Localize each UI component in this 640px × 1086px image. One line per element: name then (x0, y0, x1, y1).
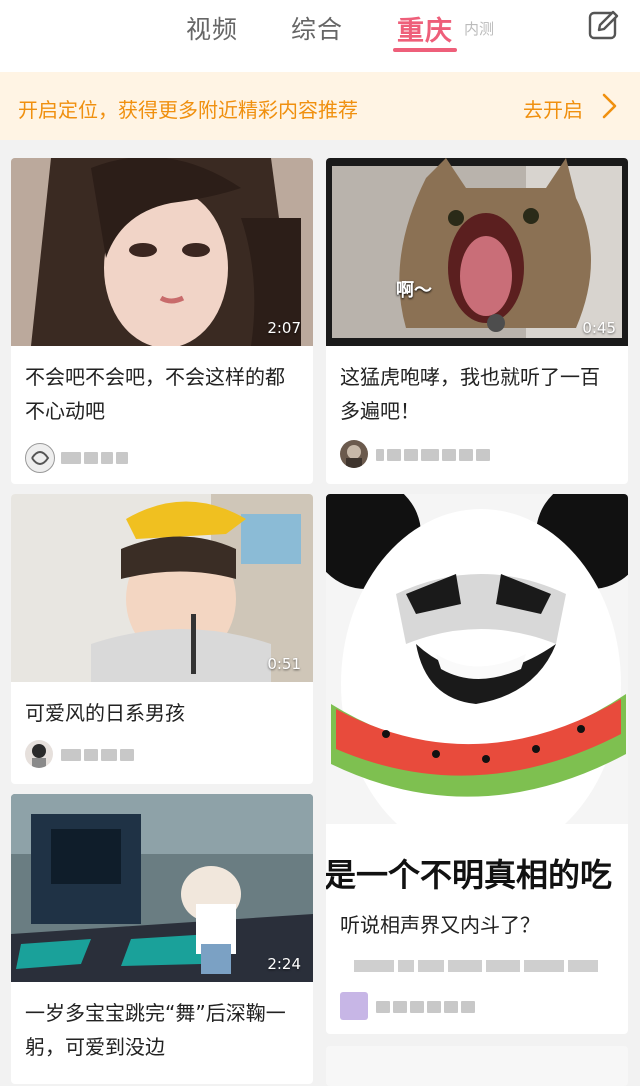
beta-badge: 内测 (464, 20, 495, 38)
video-thumbnail[interactable]: 啊～ 0:45 (326, 158, 628, 346)
video-title[interactable]: 不会吧不会吧，不会这样的都不心动吧 (25, 360, 299, 428)
sticker-caption: 啊～ (396, 280, 432, 301)
video-card[interactable]: 2:07 不会吧不会吧，不会这样的都不心动吧 (11, 158, 313, 484)
active-tab-indicator (393, 48, 457, 52)
video-title[interactable]: 听说相声界又内斗了？ (340, 908, 614, 942)
tab-general[interactable]: 综合 (291, 10, 343, 46)
author-name-blurred (376, 448, 490, 462)
avatar[interactable] (25, 740, 53, 768)
avatar[interactable] (25, 443, 55, 473)
video-card[interactable] (326, 1046, 628, 1086)
avatar[interactable] (340, 992, 368, 1020)
author-name-blurred (61, 451, 128, 465)
video-thumbnail[interactable]: 2:07 (11, 158, 313, 346)
video-thumbnail[interactable]: 2:24 (11, 794, 313, 982)
video-card[interactable]: 0:51 可爱风的日系男孩 (11, 494, 313, 784)
tab-video[interactable]: 视频 (186, 10, 238, 46)
video-title[interactable]: 一岁多宝宝跳完“舞”后深鞠一躬，可爱到没边 (25, 996, 299, 1064)
top-tab-bar: 视频 综合 重庆 内测 (0, 0, 640, 72)
video-thumbnail[interactable]: 是一个不明真相的吃 (326, 494, 628, 898)
video-card[interactable]: 2:24 一岁多宝宝跳完“舞”后深鞠一躬，可爱到没边 (11, 794, 313, 1084)
location-banner[interactable]: 开启定位，获得更多附近精彩内容推荐 去开启 (0, 72, 640, 140)
video-thumbnail[interactable]: 0:51 (11, 494, 313, 682)
enable-location-link[interactable]: 去开启 (523, 94, 583, 123)
description-blurred (354, 960, 598, 974)
video-duration: 0:45 (582, 319, 616, 337)
video-title[interactable]: 这猛虎咆哮，我也就听了一百多遍吧！ (340, 360, 614, 428)
location-prompt: 开启定位，获得更多附近精彩内容推荐 (18, 98, 358, 122)
video-duration: 0:51 (267, 655, 301, 673)
chevron-right-icon[interactable] (597, 92, 623, 120)
video-card[interactable]: 是一个不明真相的吃 听说相声界又内斗了？ (326, 494, 628, 1034)
tab-city[interactable]: 重庆 (397, 9, 453, 48)
edit-icon[interactable] (586, 8, 622, 44)
video-title[interactable]: 可爱风的日系男孩 (25, 696, 299, 730)
video-duration: 2:07 (267, 319, 301, 337)
avatar[interactable] (340, 440, 368, 468)
author-name-blurred (61, 748, 134, 762)
video-card[interactable]: 啊～ 0:45 这猛虎咆哮，我也就听了一百多遍吧！ (326, 158, 628, 484)
meme-caption: 是一个不明真相的吃 (326, 856, 613, 894)
author-name-blurred (376, 1000, 475, 1014)
video-duration: 2:24 (267, 955, 301, 973)
